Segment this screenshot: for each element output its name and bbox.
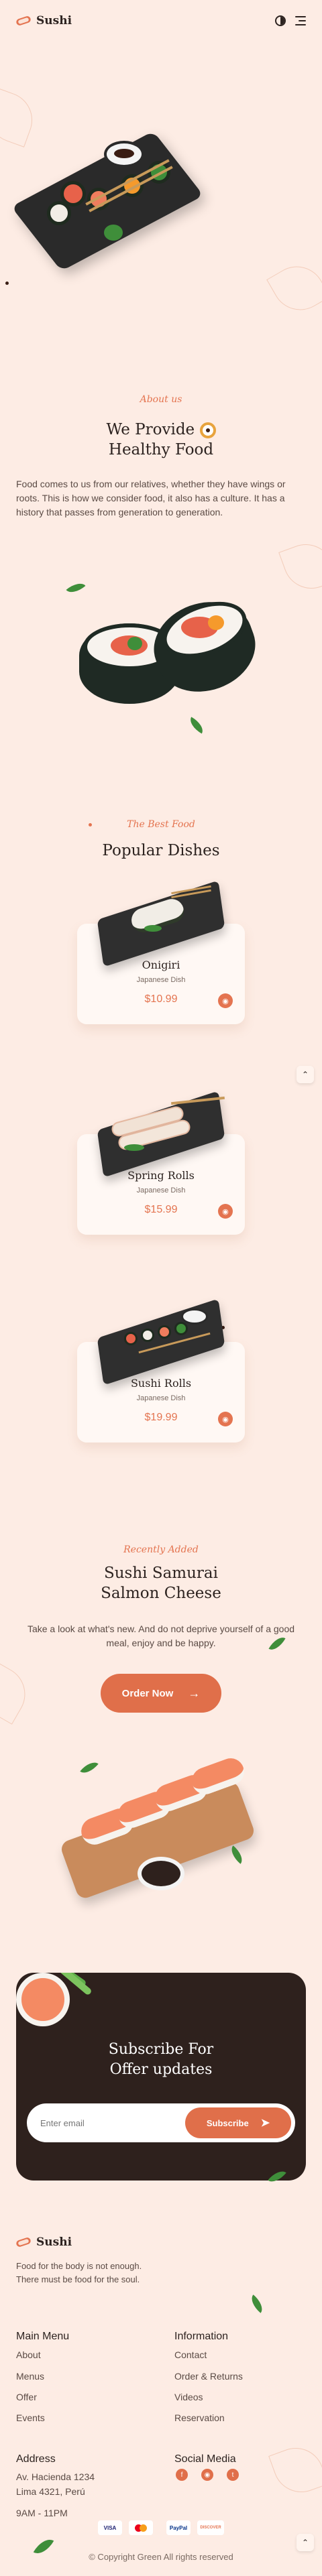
- subscribe-label: Subscribe: [206, 2118, 249, 2128]
- popular-subtitle: The Best Food: [127, 819, 195, 830]
- footer-description: Food for the body is not enough. There m…: [16, 2261, 142, 2284]
- email-field-container: Subscribe ➤: [27, 2103, 295, 2142]
- email-input[interactable]: [27, 2103, 188, 2142]
- facebook-icon[interactable]: f: [176, 2469, 188, 2481]
- arrow-right-icon: →: [188, 1686, 201, 1700]
- chevron-up-icon: ⌃: [301, 2538, 309, 2547]
- scroll-top-button[interactable]: ⌃: [297, 1066, 314, 1083]
- add-to-cart-button[interactable]: ◉: [218, 1204, 233, 1219]
- mastercard-icon: [129, 2520, 153, 2535]
- dish-type: Japanese Dish: [136, 1394, 186, 1402]
- spring-rolls-image: [91, 1091, 231, 1178]
- discover-icon: DISCOVER: [197, 2520, 224, 2535]
- leaf-outline-decoration: [266, 256, 322, 320]
- header: Sushi: [0, 0, 322, 42]
- dot-decoration: [5, 282, 9, 285]
- onigiri-image: [91, 880, 231, 967]
- footer-link-about[interactable]: About: [16, 2349, 41, 2360]
- footer-link-events[interactable]: Events: [16, 2412, 45, 2423]
- theme-toggle-icon[interactable]: [275, 15, 286, 26]
- paypal-icon: PayPal: [166, 2520, 191, 2535]
- leaf-outline-decoration: [278, 536, 322, 597]
- leaf-decoration: [247, 2294, 267, 2313]
- visa-icon: VISA: [98, 2520, 122, 2535]
- menu-icon[interactable]: [295, 16, 306, 25]
- brand-logo[interactable]: Sushi: [15, 14, 72, 27]
- add-to-cart-button[interactable]: ◉: [218, 1412, 233, 1426]
- chevron-up-icon: ⌃: [301, 1070, 309, 1079]
- sushi-rolls-image: [74, 589, 267, 717]
- cart-icon: ◉: [222, 997, 229, 1005]
- recent-description: Take a look at what's new. And do not de…: [27, 1623, 295, 1648]
- dish-type: Japanese Dish: [136, 976, 186, 984]
- sushi-logo-icon: [15, 15, 32, 27]
- main-menu-title: Main Menu: [16, 2331, 70, 2342]
- sushi-rolls-plate-image: [91, 1298, 231, 1386]
- page: Sushi About us We Provide Healthy Food F…: [0, 0, 322, 2576]
- footer-link-contact[interactable]: Contact: [174, 2349, 207, 2360]
- footer-link-order-returns[interactable]: Order & Returns: [174, 2371, 243, 2382]
- information-title: Information: [174, 2331, 229, 2342]
- order-now-button[interactable]: Order Now →: [101, 1674, 221, 1713]
- opening-hours: 9AM - 11PM: [16, 2508, 68, 2518]
- sushi-bowl-icon: [199, 422, 216, 438]
- subscribe-button[interactable]: Subscribe ➤: [185, 2107, 291, 2138]
- footer-brand-logo[interactable]: Sushi: [15, 2235, 72, 2249]
- dish-type: Japanese Dish: [136, 1186, 186, 1194]
- leaf-outline-decoration: [268, 2440, 322, 2500]
- about-title: We Provide Healthy Food: [0, 420, 322, 460]
- address-line-1: Av. Hacienda 1234: [16, 2471, 95, 2482]
- leaf-decoration: [66, 578, 86, 597]
- cart-icon: ◉: [222, 1207, 229, 1216]
- brand-name: Sushi: [36, 14, 72, 27]
- address-line-2: Lima 4321, Perú: [16, 2486, 85, 2497]
- leaf-outline-decoration: [0, 1660, 36, 1725]
- subscribe-sushi-image: [16, 1973, 93, 2040]
- send-icon: ➤: [260, 2118, 270, 2129]
- recent-subtitle: Recently Added: [123, 1544, 199, 1555]
- about-subtitle: About us: [140, 394, 182, 405]
- scroll-top-button[interactable]: ⌃: [297, 2534, 314, 2551]
- social-media-title: Social Media: [174, 2453, 236, 2465]
- twitter-icon[interactable]: t: [227, 2469, 239, 2481]
- hero-sushi-plate-image: [11, 131, 204, 271]
- address-title: Address: [16, 2453, 56, 2465]
- about-description: Food comes to us from our relatives, whe…: [16, 479, 286, 517]
- footer-link-menus[interactable]: Menus: [16, 2371, 44, 2382]
- cart-icon: ◉: [222, 1415, 229, 1424]
- copyright-text: © Copyright Green All rights reserved: [89, 2552, 233, 2562]
- sushi-logo-icon: [15, 2236, 32, 2248]
- footer-link-offer[interactable]: Offer: [16, 2392, 37, 2402]
- footer-brand-name: Sushi: [36, 2235, 72, 2249]
- leaf-decoration: [186, 717, 207, 734]
- footer-link-videos[interactable]: Videos: [174, 2392, 203, 2402]
- popular-title: Popular Dishes: [102, 842, 220, 859]
- footer-link-reservation[interactable]: Reservation: [174, 2412, 225, 2423]
- add-to-cart-button[interactable]: ◉: [218, 993, 233, 1008]
- order-now-label: Order Now: [121, 1687, 174, 1699]
- salmon-sushi-image: [59, 1750, 262, 1904]
- subscribe-section: Subscribe For Offer updates Subscribe ➤: [16, 1973, 306, 2181]
- recent-title: Sushi Samurai Salmon Cheese: [101, 1565, 221, 1602]
- instagram-icon[interactable]: ◉: [201, 2469, 213, 2481]
- subscribe-title: Subscribe For Offer updates: [108, 2041, 214, 2078]
